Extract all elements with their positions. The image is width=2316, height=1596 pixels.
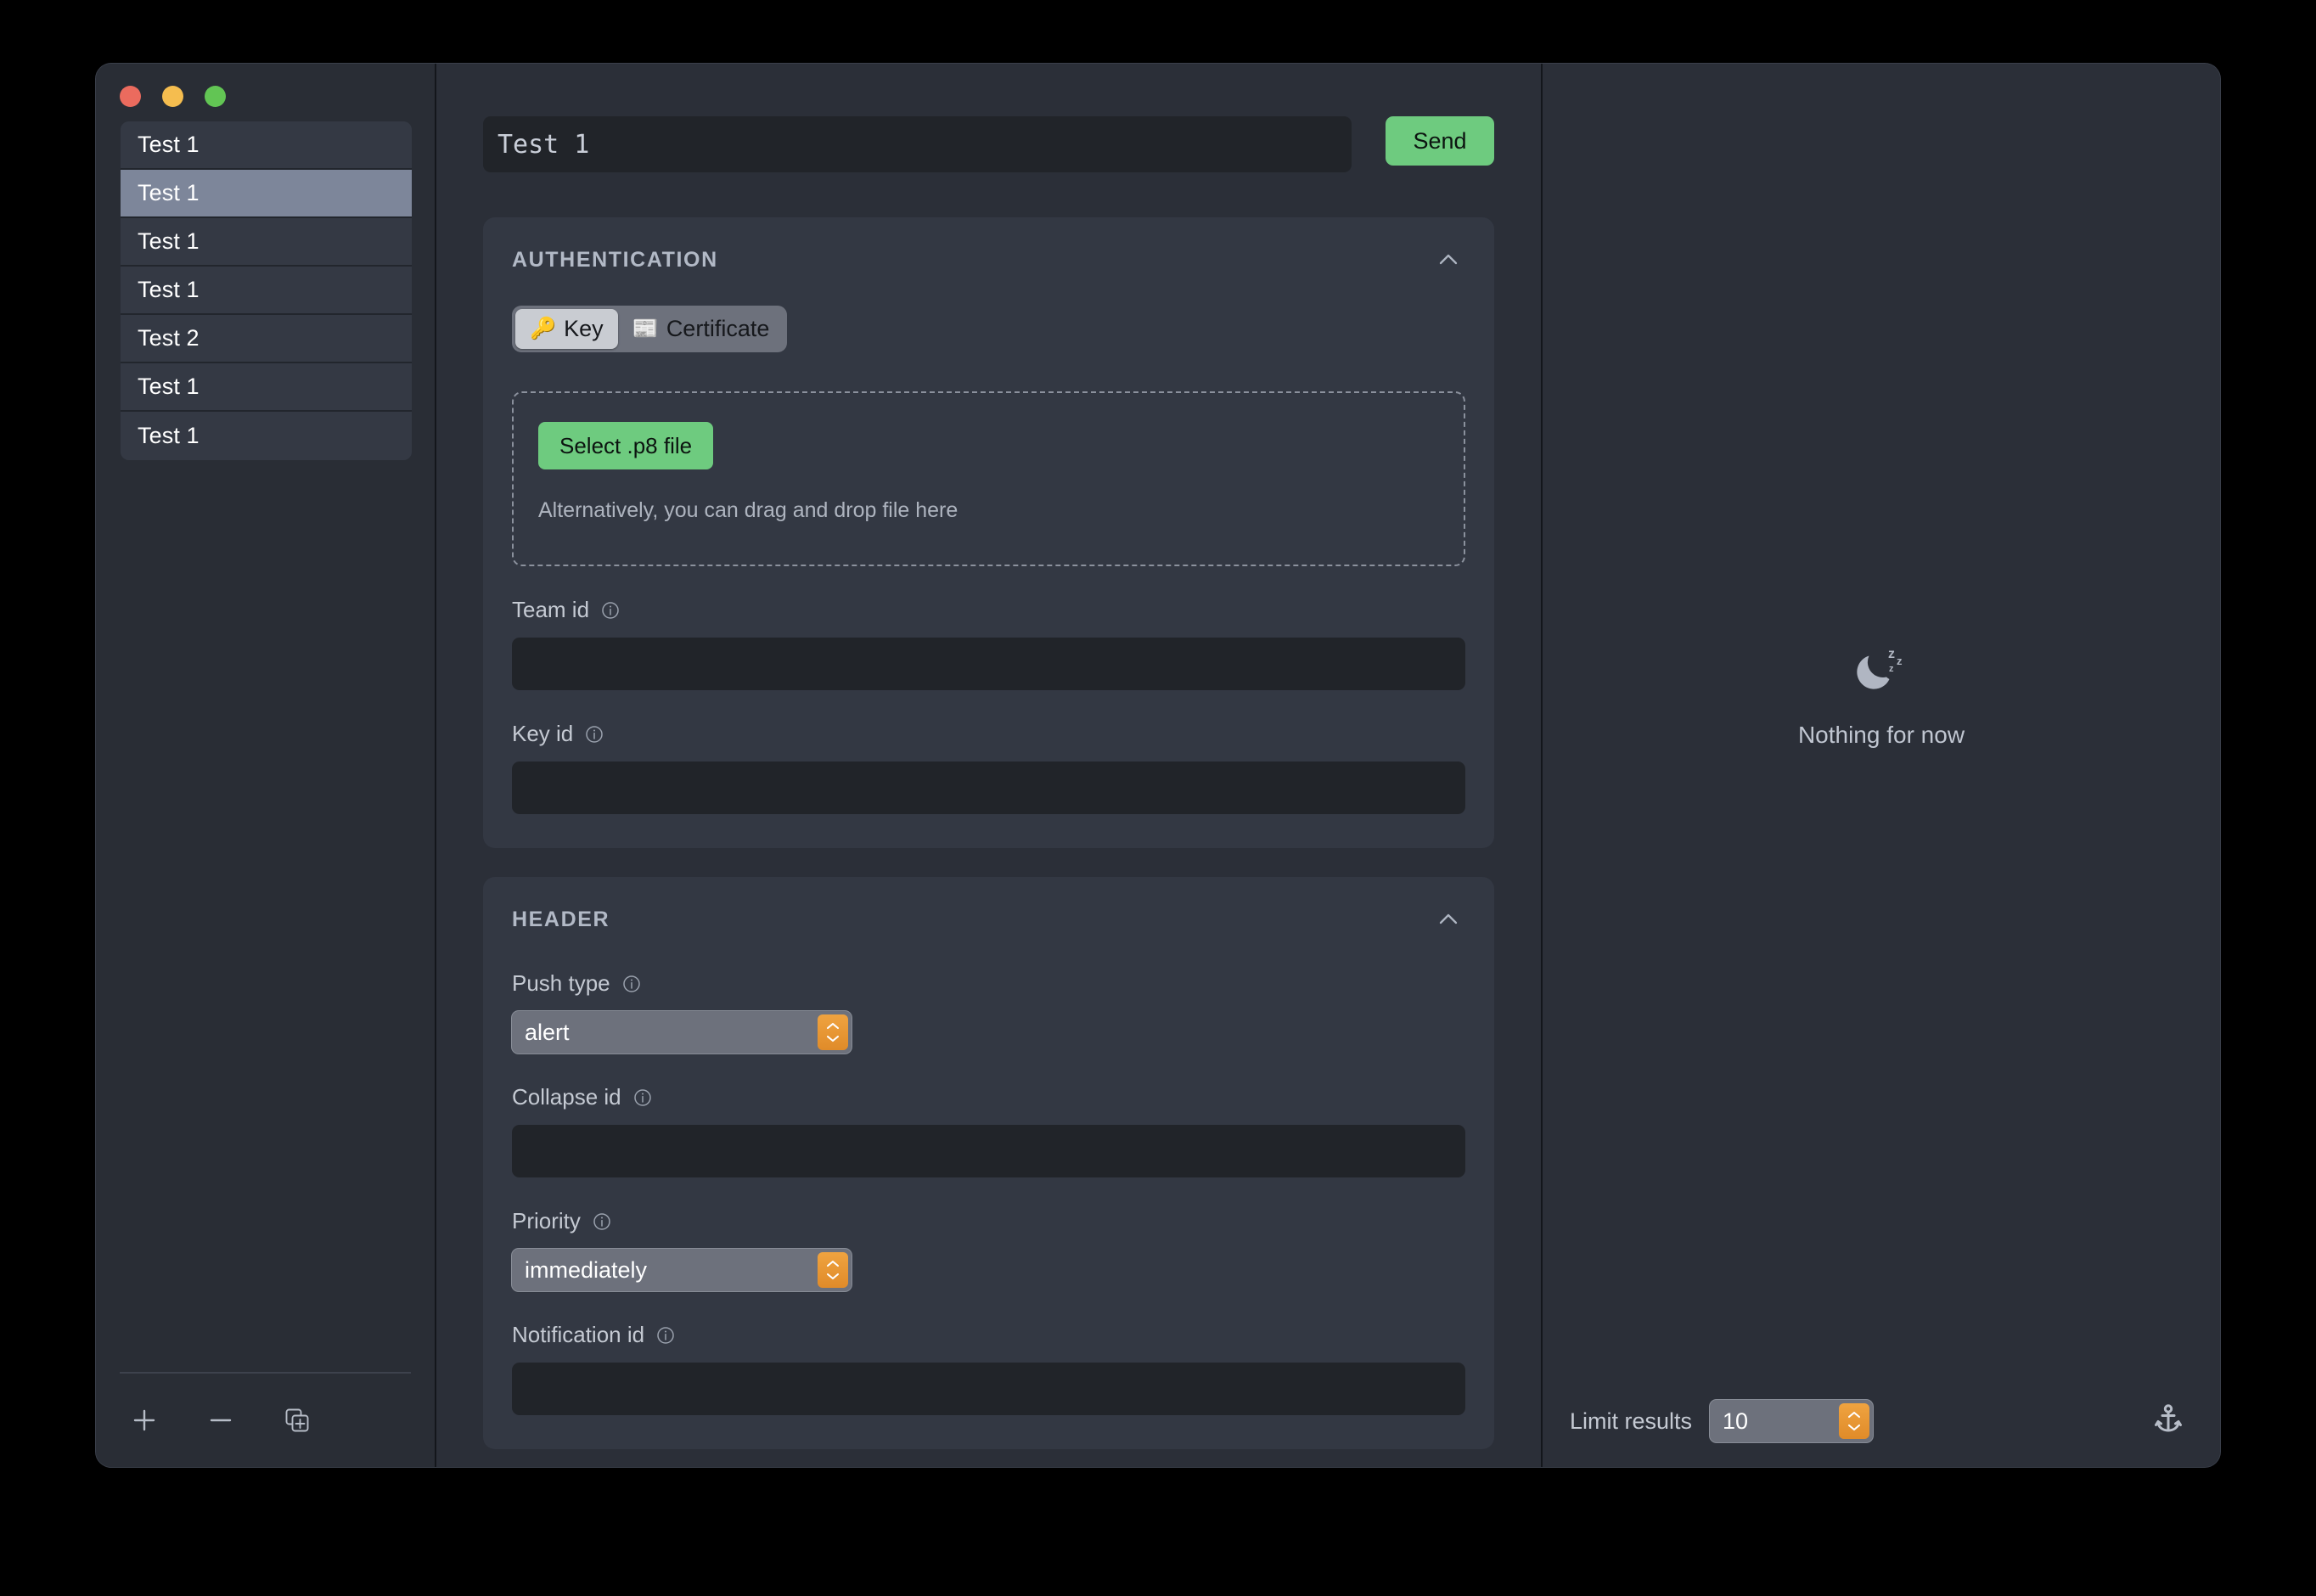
select-p8-file-button[interactable]: Select .p8 file bbox=[538, 422, 713, 469]
anchor-icon[interactable] bbox=[2150, 1402, 2186, 1441]
limit-results-label: Limit results bbox=[1570, 1408, 1692, 1435]
push-type-label: Push type bbox=[512, 970, 610, 997]
close-button[interactable] bbox=[120, 86, 141, 107]
field-key-id: Key id bbox=[512, 721, 1465, 814]
key-id-label: Key id bbox=[512, 721, 573, 747]
limit-results-select[interactable]: 10 bbox=[1710, 1400, 1873, 1442]
key-id-input[interactable] bbox=[512, 761, 1465, 814]
request-list: Test 1 Test 1 Test 1 Test 1 Test 2 Test … bbox=[121, 121, 412, 460]
notification-id-label: Notification id bbox=[512, 1322, 644, 1348]
priority-value: immediately bbox=[525, 1257, 647, 1284]
chevron-up-icon[interactable] bbox=[1431, 902, 1465, 936]
main-scroll-area[interactable]: Send AUTHENTICATION 🔑 Key bbox=[436, 64, 1541, 1467]
minimize-button[interactable] bbox=[162, 86, 183, 107]
traffic-lights bbox=[96, 64, 435, 101]
sidebar-spacer bbox=[96, 460, 435, 1372]
field-team-id: Team id bbox=[512, 597, 1465, 690]
list-item[interactable]: Test 1 bbox=[121, 412, 412, 460]
info-icon[interactable] bbox=[593, 1212, 611, 1231]
segment-certificate-label: Certificate bbox=[666, 316, 770, 342]
collapse-id-label: Collapse id bbox=[512, 1084, 621, 1110]
field-label-row: Push type bbox=[512, 970, 1465, 997]
sidebar-toolbar bbox=[120, 1372, 411, 1467]
authentication-section: AUTHENTICATION 🔑 Key 📰 Certificate bbox=[483, 217, 1494, 848]
info-icon[interactable] bbox=[656, 1326, 675, 1345]
segment-certificate[interactable]: 📰 Certificate bbox=[618, 309, 784, 349]
stepper-arrows-icon[interactable] bbox=[818, 1252, 848, 1288]
svg-text:z: z bbox=[1888, 647, 1895, 661]
plus-icon[interactable] bbox=[128, 1404, 160, 1436]
dropzone-hint-label: Alternatively, you can drag and drop fil… bbox=[538, 498, 1439, 523]
push-type-value: alert bbox=[525, 1020, 570, 1046]
collapse-id-input[interactable] bbox=[512, 1125, 1465, 1177]
svg-text:z: z bbox=[1889, 664, 1894, 674]
header-section-title: HEADER bbox=[512, 908, 610, 932]
segment-key-label: Key bbox=[564, 316, 604, 342]
field-label-row: Collapse id bbox=[512, 1084, 1465, 1110]
field-label-row: Key id bbox=[512, 721, 1465, 747]
results-bar: Limit results 10 bbox=[1543, 1375, 2220, 1467]
field-push-type: Push type alert bbox=[512, 970, 1465, 1054]
stepper-arrows-icon[interactable] bbox=[818, 1014, 848, 1050]
info-icon[interactable] bbox=[622, 975, 641, 993]
results-panel: z z z Nothing for now Limit results 10 bbox=[1543, 64, 2220, 1467]
auth-mode-segmented-control[interactable]: 🔑 Key 📰 Certificate bbox=[512, 306, 787, 352]
info-icon[interactable] bbox=[633, 1088, 652, 1107]
header-section: HEADER Push type bbox=[483, 877, 1494, 1449]
priority-label: Priority bbox=[512, 1208, 581, 1234]
team-id-input[interactable] bbox=[512, 638, 1465, 690]
minus-icon[interactable] bbox=[205, 1404, 237, 1436]
p8-file-dropzone[interactable]: Select .p8 file Alternatively, you can d… bbox=[512, 391, 1465, 566]
list-item[interactable]: Test 1 bbox=[121, 267, 412, 315]
empty-state-label: Nothing for now bbox=[1798, 722, 1965, 749]
list-item[interactable]: Test 1 bbox=[121, 218, 412, 267]
main-panel: Send AUTHENTICATION 🔑 Key bbox=[436, 64, 1543, 1467]
authentication-section-header[interactable]: AUTHENTICATION bbox=[512, 217, 1465, 302]
app-window: Test 1 Test 1 Test 1 Test 1 Test 2 Test … bbox=[96, 64, 2220, 1467]
segment-key[interactable]: 🔑 Key bbox=[515, 309, 618, 349]
key-emoji-icon: 🔑 bbox=[530, 318, 556, 340]
list-item[interactable]: Test 1 bbox=[121, 121, 412, 170]
info-icon[interactable] bbox=[601, 601, 620, 620]
field-notification-id: Notification id bbox=[512, 1322, 1465, 1415]
priority-select[interactable]: immediately bbox=[512, 1249, 852, 1291]
list-item[interactable]: Test 1 bbox=[121, 363, 412, 412]
field-collapse-id: Collapse id bbox=[512, 1084, 1465, 1177]
duplicate-icon[interactable] bbox=[281, 1404, 313, 1436]
field-priority: Priority immediately bbox=[512, 1208, 1465, 1291]
push-type-select[interactable]: alert bbox=[512, 1011, 852, 1054]
zoom-button[interactable] bbox=[205, 86, 226, 107]
info-icon[interactable] bbox=[585, 725, 604, 744]
empty-state: z z z Nothing for now bbox=[1543, 64, 2220, 1375]
notification-id-input[interactable] bbox=[512, 1363, 1465, 1415]
send-button[interactable]: Send bbox=[1386, 116, 1494, 166]
svg-text:z: z bbox=[1897, 655, 1903, 667]
team-id-label: Team id bbox=[512, 597, 589, 623]
list-item[interactable]: Test 2 bbox=[121, 315, 412, 363]
field-label-row: Team id bbox=[512, 597, 1465, 623]
list-item[interactable]: Test 1 bbox=[121, 170, 412, 218]
chevron-up-icon[interactable] bbox=[1431, 243, 1465, 277]
field-label-row: Notification id bbox=[512, 1322, 1465, 1348]
newspaper-emoji-icon: 📰 bbox=[632, 318, 659, 340]
moon-zzz-icon: z z z bbox=[1850, 639, 1913, 706]
title-row: Send bbox=[483, 116, 1494, 172]
limit-results-value: 10 bbox=[1723, 1408, 1748, 1435]
sidebar: Test 1 Test 1 Test 1 Test 1 Test 2 Test … bbox=[96, 64, 436, 1467]
field-label-row: Priority bbox=[512, 1208, 1465, 1234]
request-title-input[interactable] bbox=[483, 116, 1352, 172]
stepper-arrows-icon[interactable] bbox=[1839, 1403, 1869, 1439]
header-section-header[interactable]: HEADER bbox=[512, 877, 1465, 962]
authentication-section-title: AUTHENTICATION bbox=[512, 248, 718, 273]
